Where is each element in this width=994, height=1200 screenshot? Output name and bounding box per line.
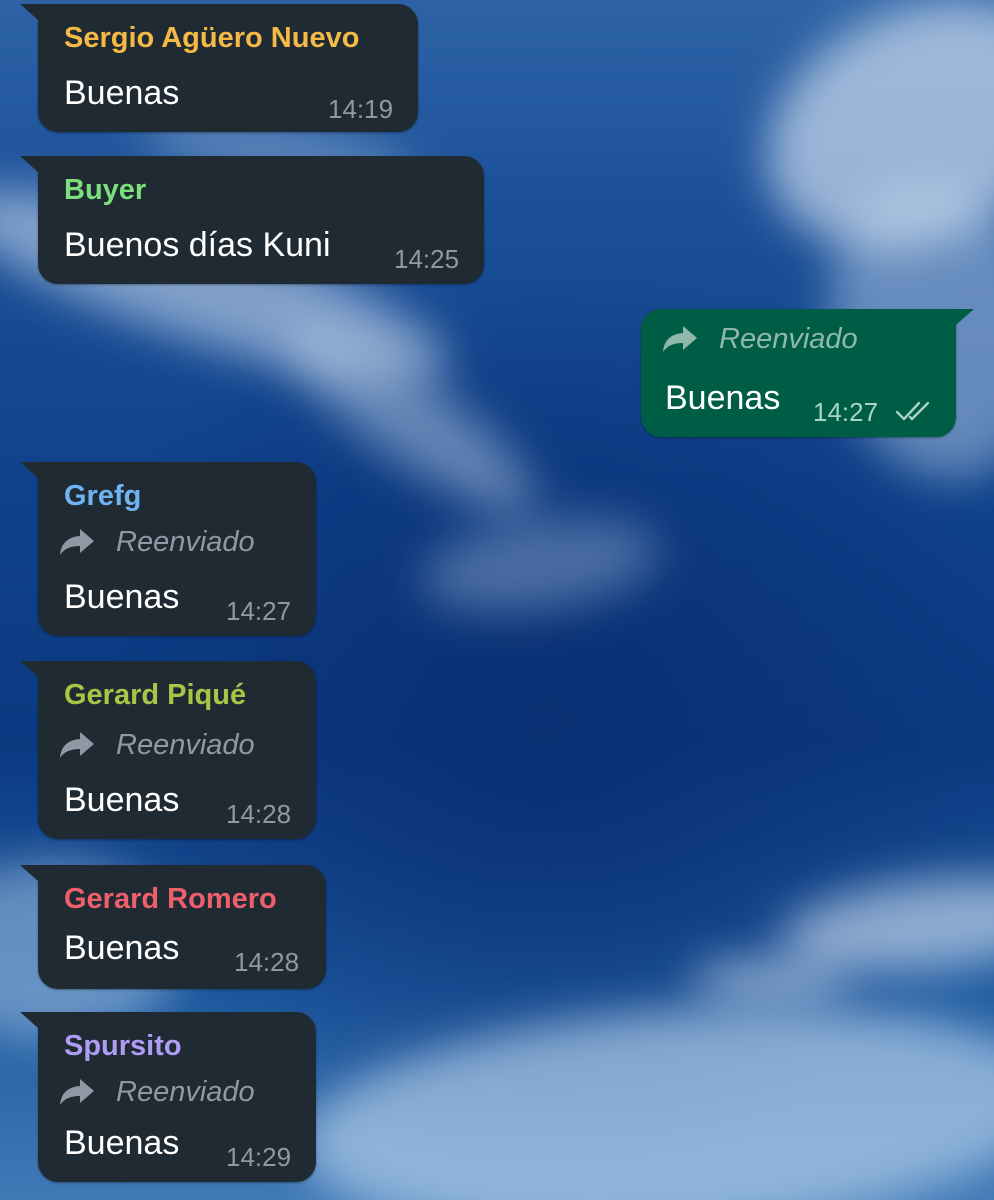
double-check-icon bbox=[895, 401, 930, 421]
message-sender[interactable]: Gerard Piqué bbox=[64, 677, 246, 713]
bubble-tail bbox=[20, 462, 38, 478]
message-time: 14:29 bbox=[226, 1142, 292, 1172]
message-bubble-spursito[interactable]: Spursito Reenviado Buenas 14:29 bbox=[20, 1012, 316, 1182]
message-text: Buenas bbox=[64, 1124, 180, 1162]
message-time: 14:28 bbox=[234, 947, 300, 977]
message-text: Buenas bbox=[64, 74, 180, 112]
cloud bbox=[414, 503, 666, 627]
message-text: Buenas bbox=[64, 781, 180, 819]
forwarded-label: Reenviado bbox=[116, 526, 255, 558]
message-bubble-grefg[interactable]: Grefg Reenviado Buenas 14:27 bbox=[20, 462, 316, 636]
message-time: 14:28 bbox=[226, 799, 292, 829]
forwarded-label: Reenviado bbox=[719, 323, 858, 355]
cloud bbox=[690, 960, 850, 1000]
forward-arrow-icon bbox=[60, 732, 94, 758]
forwarded-header: Reenviado bbox=[58, 727, 255, 763]
message-bubble-outgoing[interactable]: Reenviado Buenas 14:27 bbox=[641, 309, 974, 437]
bubble-tail bbox=[20, 1012, 38, 1028]
forwarded-label: Reenviado bbox=[116, 1076, 255, 1108]
message-bubble-gerard-pique[interactable]: Gerard Piqué Reenviado Buenas 14:28 bbox=[20, 661, 316, 839]
bubble-tail bbox=[20, 4, 38, 20]
forwarded-header: Reenviado bbox=[58, 1074, 255, 1110]
message-time: 14:19 bbox=[328, 94, 394, 124]
message-time: 14:27 bbox=[813, 397, 879, 427]
bubble-tail bbox=[20, 865, 38, 881]
message-bubble-buyer[interactable]: Buyer Buenos días Kuni 14:25 bbox=[20, 156, 484, 284]
bubble-tail bbox=[20, 156, 38, 172]
message-time: 14:25 bbox=[394, 244, 460, 274]
forward-arrow-icon bbox=[60, 529, 94, 555]
message-text: Buenas bbox=[665, 379, 781, 417]
forwarded-label: Reenviado bbox=[116, 729, 255, 761]
message-sender[interactable]: Grefg bbox=[64, 478, 141, 514]
message-time: 14:27 bbox=[226, 596, 292, 626]
message-text: Buenas bbox=[64, 929, 180, 967]
message-bubble-sergio-aguero-nuevo[interactable]: Sergio Agüero Nuevo Buenas 14:19 bbox=[20, 4, 418, 132]
message-text: Buenas bbox=[64, 578, 180, 616]
forward-arrow-icon bbox=[60, 1079, 94, 1105]
message-sender[interactable]: Sergio Agüero Nuevo bbox=[64, 20, 359, 56]
forward-arrow-icon bbox=[663, 326, 697, 352]
forwarded-header: Reenviado bbox=[58, 524, 255, 560]
cloud bbox=[293, 983, 994, 1200]
bubble-tail bbox=[956, 309, 974, 325]
forwarded-header: Reenviado bbox=[661, 321, 858, 357]
message-sender[interactable]: Gerard Romero bbox=[64, 881, 277, 917]
message-bubble-gerard-romero[interactable]: Gerard Romero Buenas 14:28 bbox=[20, 865, 326, 989]
message-sender[interactable]: Spursito bbox=[64, 1028, 182, 1064]
message-text: Buenos días Kuni bbox=[64, 226, 331, 264]
bubble-tail bbox=[20, 661, 38, 677]
message-sender[interactable]: Buyer bbox=[64, 172, 146, 208]
